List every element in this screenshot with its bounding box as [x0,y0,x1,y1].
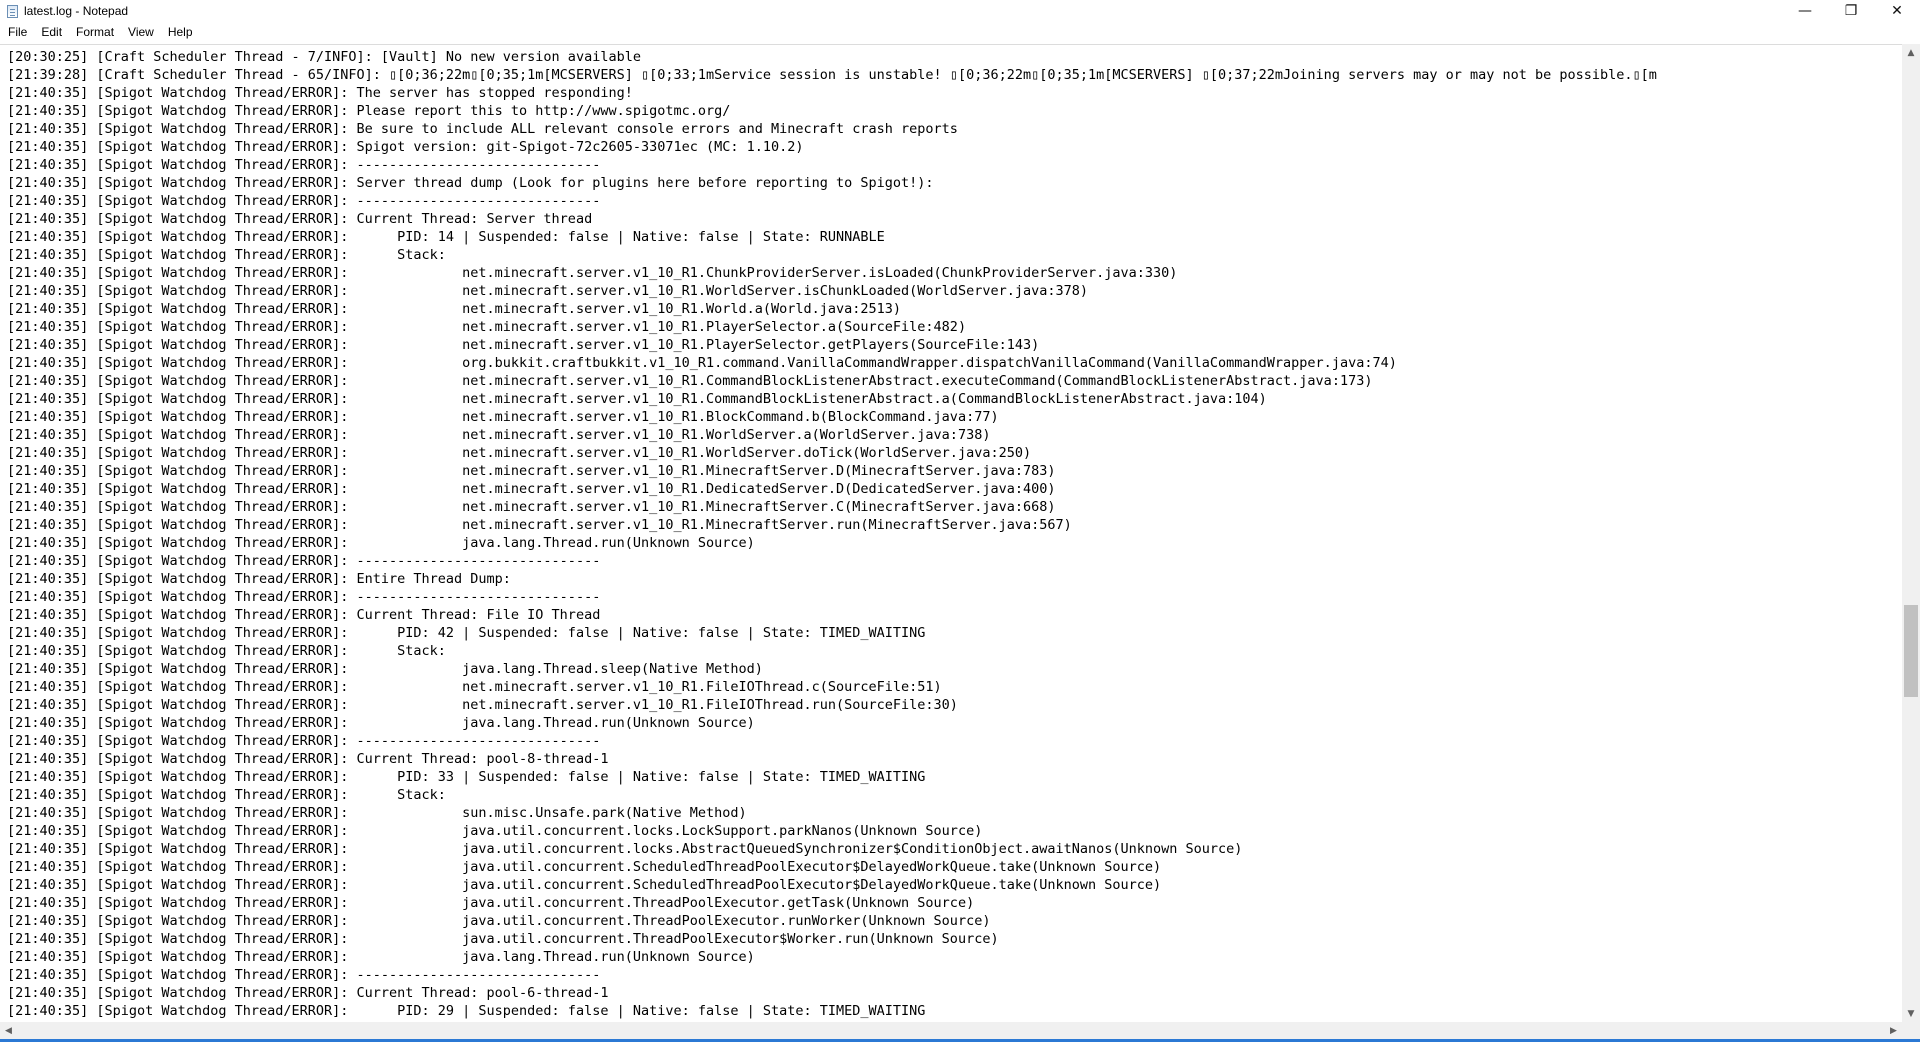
window-title: latest.log - Notepad [24,4,129,18]
log-line: [21:40:35] [Spigot Watchdog Thread/ERROR… [7,571,511,587]
log-line: [21:40:35] [Spigot Watchdog Thread/ERROR… [7,409,999,425]
minimize-button[interactable]: — [1782,0,1828,22]
log-line: [21:40:35] [Spigot Watchdog Thread/ERROR… [7,661,763,677]
log-line: [21:40:35] [Spigot Watchdog Thread/ERROR… [7,643,446,659]
log-line: [21:40:35] [Spigot Watchdog Thread/ERROR… [7,805,747,821]
log-line: [21:40:35] [Spigot Watchdog Thread/ERROR… [7,517,1072,533]
log-line: [21:40:35] [Spigot Watchdog Thread/ERROR… [7,787,446,803]
log-line: [21:40:35] [Spigot Watchdog Thread/ERROR… [7,463,1056,479]
log-line: [21:39:28] [Craft Scheduler Thread - 65/… [7,67,1657,83]
log-line: [21:40:35] [Spigot Watchdog Thread/ERROR… [7,499,1056,515]
log-line: [21:40:35] [Spigot Watchdog Thread/ERROR… [7,445,1032,461]
log-line: [21:40:35] [Spigot Watchdog Thread/ERROR… [7,697,958,713]
menu-bar: File Edit Format View Help [0,22,1920,42]
log-line: [20:30:25] [Craft Scheduler Thread - 7/I… [7,49,641,65]
menu-format[interactable]: Format [69,22,121,42]
maximize-button[interactable]: ❐ [1828,0,1874,22]
scroll-left-icon[interactable]: ◀ [0,1022,17,1039]
log-line: [21:40:35] [Spigot Watchdog Thread/ERROR… [7,553,601,569]
log-line: [21:40:35] [Spigot Watchdog Thread/ERROR… [7,373,1373,389]
vertical-scroll-thumb[interactable] [1904,605,1918,697]
horizontal-scrollbar[interactable]: ◀ ▶ [0,1022,1902,1039]
log-line: [21:40:35] [Spigot Watchdog Thread/ERROR… [7,535,755,551]
log-line: [21:40:35] [Spigot Watchdog Thread/ERROR… [7,265,1178,281]
log-line: [21:40:35] [Spigot Watchdog Thread/ERROR… [7,985,609,1001]
title-bar[interactable]: latest.log - Notepad — ❐ ✕ [0,0,1920,22]
log-line: [21:40:35] [Spigot Watchdog Thread/ERROR… [7,625,926,641]
text-editor[interactable]: [20:30:25] [Craft Scheduler Thread - 7/I… [0,44,1902,1023]
log-line: [21:40:35] [Spigot Watchdog Thread/ERROR… [7,967,601,983]
log-line: [21:40:35] [Spigot Watchdog Thread/ERROR… [7,751,609,767]
notepad-icon [7,4,18,18]
window-controls: — ❐ ✕ [1782,0,1920,22]
log-line: [21:40:35] [Spigot Watchdog Thread/ERROR… [7,157,601,173]
log-line: [21:40:35] [Spigot Watchdog Thread/ERROR… [7,103,731,119]
scroll-up-icon[interactable]: ▲ [1902,44,1920,61]
log-line: [21:40:35] [Spigot Watchdog Thread/ERROR… [7,121,958,137]
log-line: [21:40:35] [Spigot Watchdog Thread/ERROR… [7,769,926,785]
log-line: [21:40:35] [Spigot Watchdog Thread/ERROR… [7,895,975,911]
menu-edit[interactable]: Edit [34,22,69,42]
log-line: [21:40:35] [Spigot Watchdog Thread/ERROR… [7,229,885,245]
log-line: [21:40:35] [Spigot Watchdog Thread/ERROR… [7,733,601,749]
log-line: [21:40:35] [Spigot Watchdog Thread/ERROR… [7,301,902,317]
log-line: [21:40:35] [Spigot Watchdog Thread/ERROR… [7,139,804,155]
log-line: [21:40:35] [Spigot Watchdog Thread/ERROR… [7,355,1397,371]
log-line: [21:40:35] [Spigot Watchdog Thread/ERROR… [7,319,967,335]
log-line: [21:40:35] [Spigot Watchdog Thread/ERROR… [7,607,601,623]
log-line: [21:40:35] [Spigot Watchdog Thread/ERROR… [7,715,755,731]
log-line: [21:40:35] [Spigot Watchdog Thread/ERROR… [7,679,942,695]
log-line: [21:40:35] [Spigot Watchdog Thread/ERROR… [7,823,983,839]
vertical-scrollbar[interactable]: ▲ ▼ [1902,44,1920,1022]
log-line: [21:40:35] [Spigot Watchdog Thread/ERROR… [7,931,999,947]
scroll-right-icon[interactable]: ▶ [1885,1022,1902,1039]
scroll-down-icon[interactable]: ▼ [1902,1005,1920,1022]
log-line: [21:40:35] [Spigot Watchdog Thread/ERROR… [7,481,1056,497]
log-line: [21:40:35] [Spigot Watchdog Thread/ERROR… [7,337,1040,353]
menu-view[interactable]: View [121,22,161,42]
log-line: [21:40:35] [Spigot Watchdog Thread/ERROR… [7,589,601,605]
scrollbar-corner [1902,1022,1920,1039]
log-line: [21:40:35] [Spigot Watchdog Thread/ERROR… [7,283,1088,299]
log-line: [21:40:35] [Spigot Watchdog Thread/ERROR… [7,247,446,263]
log-line: [21:40:35] [Spigot Watchdog Thread/ERROR… [7,841,1243,857]
close-button[interactable]: ✕ [1874,0,1920,22]
log-line: [21:40:35] [Spigot Watchdog Thread/ERROR… [7,391,1267,407]
log-text[interactable]: [20:30:25] [Craft Scheduler Thread - 7/I… [0,45,1902,1020]
log-line: [21:40:35] [Spigot Watchdog Thread/ERROR… [7,859,1162,875]
log-line: [21:40:35] [Spigot Watchdog Thread/ERROR… [7,175,934,191]
log-line: [21:40:35] [Spigot Watchdog Thread/ERROR… [7,427,991,443]
log-line: [21:40:35] [Spigot Watchdog Thread/ERROR… [7,85,633,101]
menu-file[interactable]: File [0,22,34,42]
log-line: [21:40:35] [Spigot Watchdog Thread/ERROR… [7,949,755,965]
log-line: [21:40:35] [Spigot Watchdog Thread/ERROR… [7,193,601,209]
log-line: [21:40:35] [Spigot Watchdog Thread/ERROR… [7,1003,926,1019]
log-line: [21:40:35] [Spigot Watchdog Thread/ERROR… [7,913,991,929]
menu-help[interactable]: Help [161,22,200,42]
log-line: [21:40:35] [Spigot Watchdog Thread/ERROR… [7,211,593,227]
log-line: [21:40:35] [Spigot Watchdog Thread/ERROR… [7,877,1162,893]
